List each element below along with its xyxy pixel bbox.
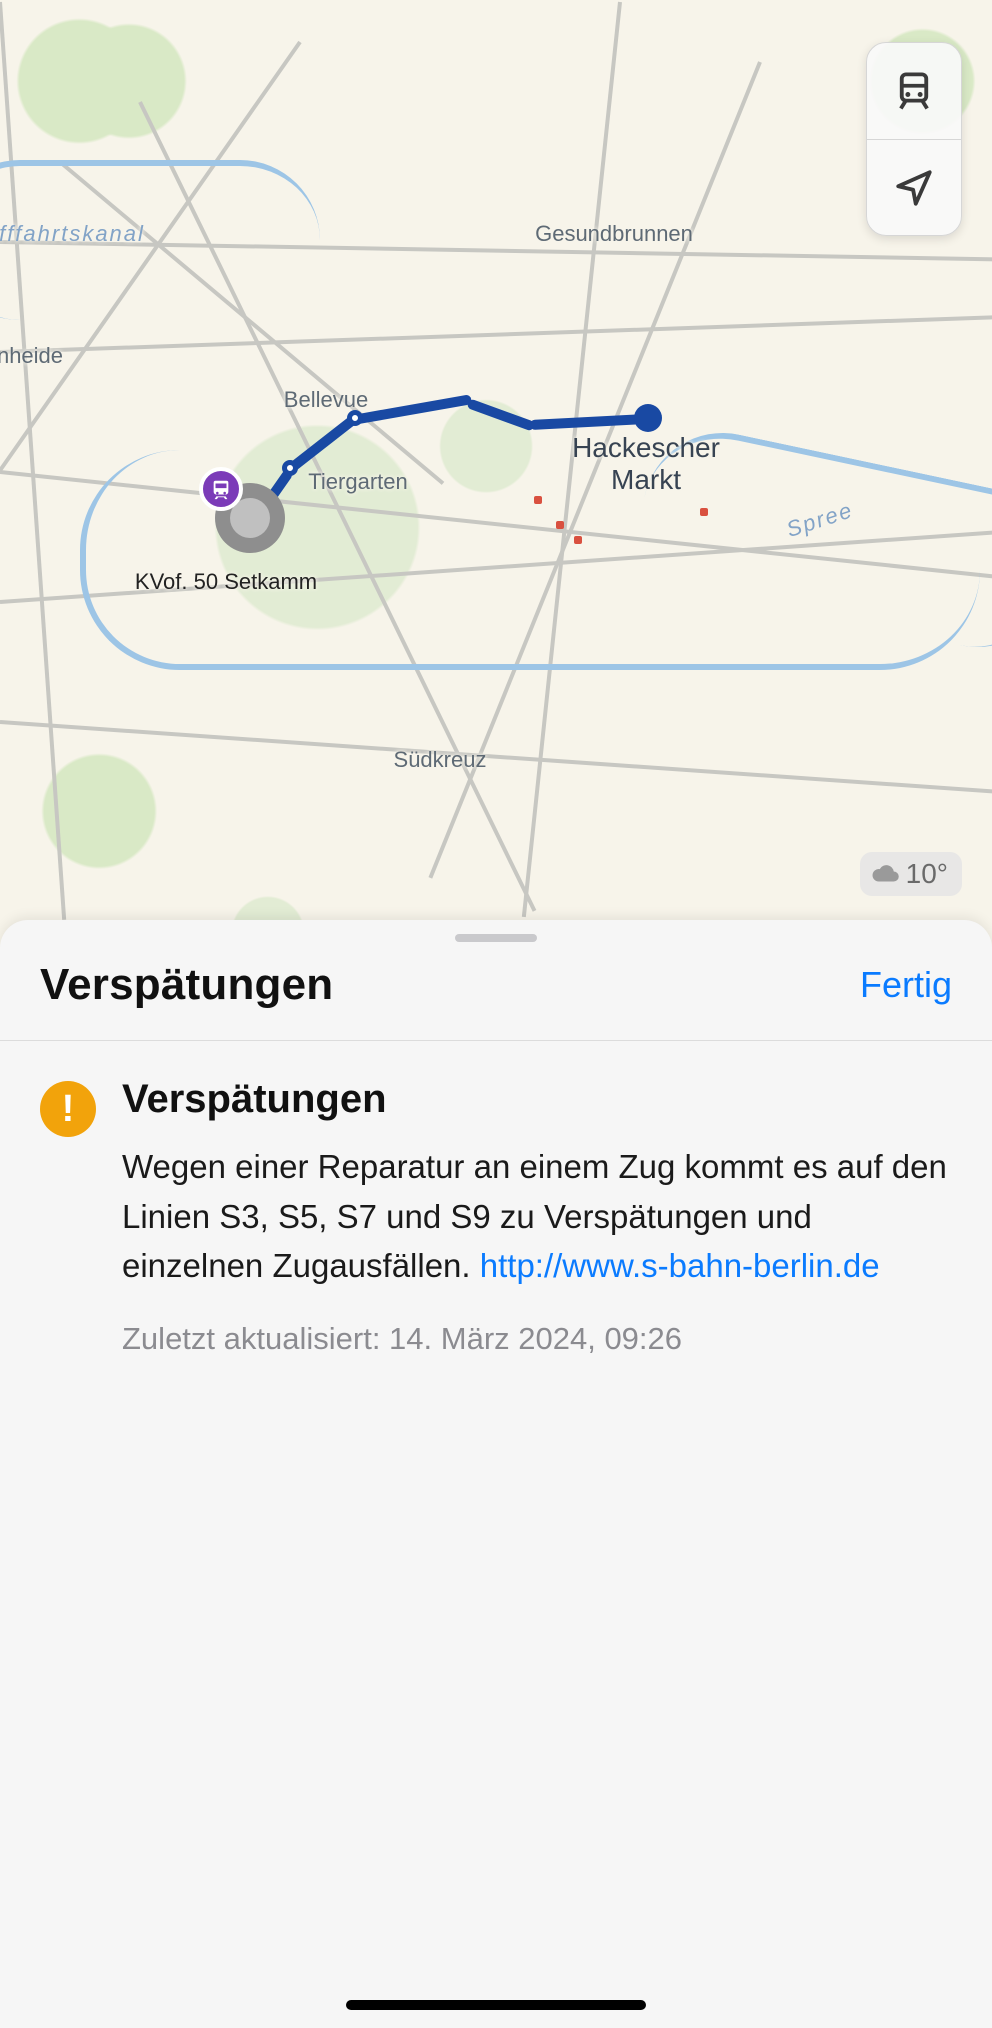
sheet-grabber[interactable] [455, 934, 537, 942]
map-poi-dot [534, 496, 542, 504]
route-segment [466, 398, 535, 431]
map-poi-dot [556, 521, 564, 529]
transit-mode-button[interactable] [867, 43, 961, 139]
map-label-kanal: fffahrtskanal [0, 221, 145, 247]
weather-temp: 10° [906, 858, 948, 890]
road [0, 315, 992, 354]
sheet-header: Verspätungen Fertig [0, 952, 992, 1041]
sheet-title: Verspätungen [40, 960, 333, 1010]
route-destination [634, 404, 662, 432]
delay-alert: ! Verspätungen Wegen einer Reparatur an … [0, 1041, 992, 1357]
map-label-heide: nheide [0, 343, 63, 369]
road [0, 720, 992, 795]
cloud-icon [870, 859, 900, 889]
road [0, 2, 66, 920]
alert-link[interactable]: http://www.s-bahn-berlin.de [480, 1247, 880, 1284]
route-segment [352, 394, 472, 425]
map-label-tiergarten: Tiergarten [308, 469, 407, 495]
weather-pill[interactable]: 10° [860, 852, 962, 896]
map-poi-dot [574, 536, 582, 544]
map-label-gesundbrunnen: Gesundbrunnen [535, 221, 693, 247]
alert-updated: Zuletzt aktualisiert: 14. März 2024, 09:… [122, 1321, 952, 1357]
route-origin-pin[interactable] [215, 483, 285, 553]
map-label-hackescher2: Markt [611, 464, 681, 496]
origin-caption: KVof. 50 Setkamm [135, 569, 317, 595]
map-controls [866, 42, 962, 236]
done-button[interactable]: Fertig [860, 964, 952, 1006]
map-label-hackescher1: Hackescher [572, 432, 720, 464]
transit-icon [199, 467, 243, 511]
map-label-bellevue: Bellevue [284, 387, 368, 413]
alert-body: Wegen einer Reparatur an einem Zug kommt… [122, 1142, 952, 1291]
warning-icon: ! [40, 1081, 96, 1137]
map-label-sudkreuz: Südkreuz [394, 747, 487, 773]
alert-title: Verspätungen [122, 1077, 952, 1122]
route-segment [530, 414, 650, 430]
map-poi-dot [700, 508, 708, 516]
locate-me-button[interactable] [867, 139, 961, 235]
home-indicator[interactable] [346, 2000, 646, 2010]
alerts-sheet[interactable]: Verspätungen Fertig ! Verspätungen Wegen… [0, 920, 992, 2028]
route-stop-tiergarten [282, 460, 298, 476]
